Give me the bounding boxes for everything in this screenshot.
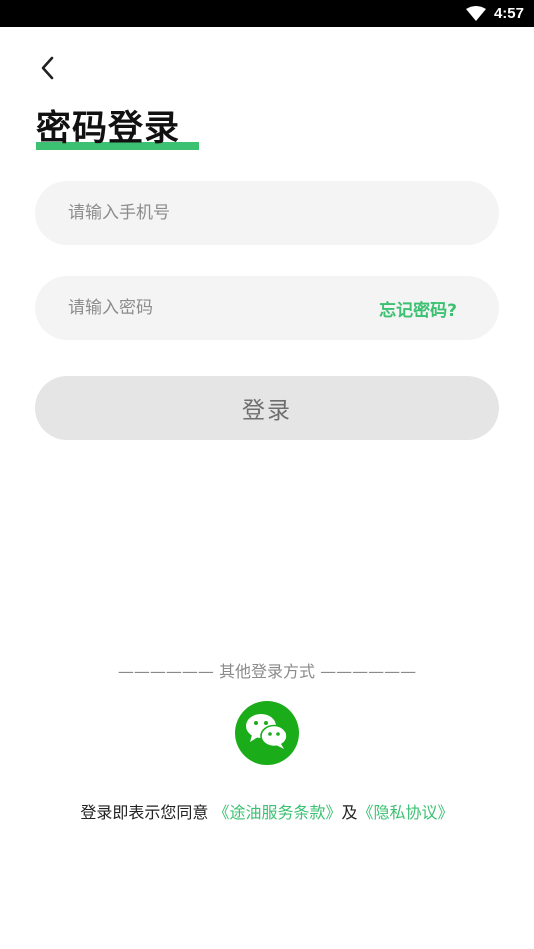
wifi-icon (465, 5, 486, 22)
back-button[interactable] (30, 52, 66, 88)
title-block: 密码登录 (36, 106, 199, 154)
login-page: 4:57 密码登录 忘记密码? 登录 —————— 其他登录方式 —————— (0, 0, 534, 949)
agreement-text: 登录即表示您同意 《途油服务条款》及《隐私协议》 (0, 799, 534, 823)
other-login-label: —————— 其他登录方式 —————— (117, 662, 417, 681)
page-title: 密码登录 (36, 109, 181, 149)
privacy-link[interactable]: 《隐私协议》 (358, 803, 454, 822)
password-field[interactable]: 忘记密码? (35, 276, 499, 340)
phone-field[interactable] (35, 181, 499, 245)
status-time: 4:57 (493, 5, 524, 22)
wechat-icon (244, 711, 290, 755)
wechat-login-button[interactable] (235, 701, 299, 765)
terms-link[interactable]: 《途油服务条款》 (214, 803, 342, 822)
status-bar: 4:57 (0, 0, 534, 27)
phone-input[interactable] (68, 203, 466, 223)
forgot-password-link[interactable]: 忘记密码? (379, 296, 457, 321)
agreement-conjunction: 及 (341, 803, 358, 822)
agreement-prefix: 登录即表示您同意 (80, 803, 214, 822)
password-input[interactable] (68, 298, 380, 318)
login-button[interactable]: 登录 (35, 376, 499, 440)
chevron-left-icon (38, 55, 58, 85)
